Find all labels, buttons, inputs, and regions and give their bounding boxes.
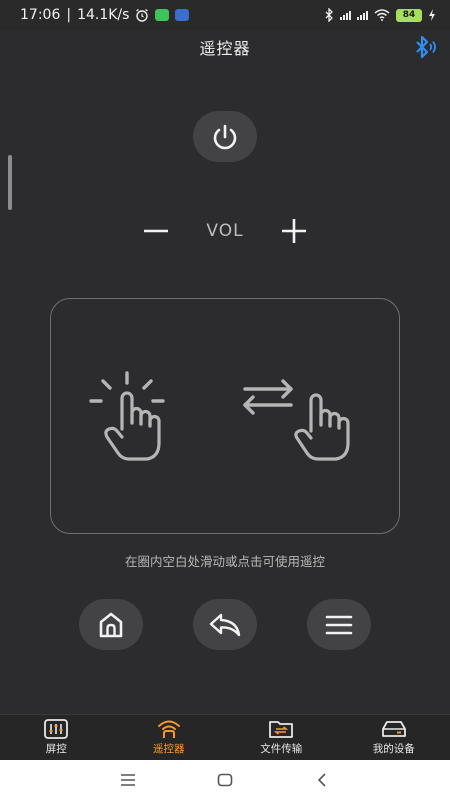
page-title: 遥控器 — [199, 39, 251, 58]
sig-bar — [346, 12, 348, 20]
recents-menu-icon — [121, 774, 136, 786]
notification-app-icon — [155, 9, 170, 21]
chevron-left-icon — [317, 773, 326, 787]
power-button[interactable] — [193, 111, 257, 162]
sig-bar — [360, 14, 362, 20]
tab-label: 我的设备 — [372, 743, 415, 755]
tab-remote[interactable]: 遥控器 — [113, 715, 226, 760]
sig-bar — [343, 14, 345, 20]
sig-bar — [357, 16, 359, 20]
status-network-speed: 14.1K/s — [77, 7, 130, 23]
bluetooth-icon[interactable] — [410, 33, 438, 61]
equalizer-icon — [44, 719, 69, 739]
volume-label: VOL — [206, 221, 244, 241]
sig-bar — [349, 10, 351, 20]
tab-label: 文件传输 — [260, 743, 303, 755]
tab-file-transfer[interactable]: 文件传输 — [225, 715, 338, 760]
bluetooth-status-icon — [325, 8, 333, 22]
volume-control: VOL — [140, 212, 310, 250]
back-button[interactable] — [193, 599, 257, 650]
battery-icon: 84 — [396, 8, 422, 22]
app-header: 遥控器 — [0, 30, 450, 64]
remote-wifi-icon — [157, 720, 180, 738]
folder-transfer-icon — [269, 721, 294, 738]
status-time: 17:06 — [20, 7, 61, 23]
tab-label: 遥控器 — [153, 743, 185, 755]
touchpad-hint: 在圈内空白处滑动或点击可使用遥控 — [124, 554, 325, 569]
signal-1-icon — [340, 10, 351, 20]
back-arrow-icon — [209, 613, 241, 636]
volume-up-button[interactable] — [278, 215, 310, 247]
tab-my-devices[interactable]: 我的设备 — [338, 715, 450, 760]
wifi-icon — [374, 9, 390, 21]
bottom-tab-bar: 屏控 遥控器 文件传输 我的设备 — [0, 714, 450, 760]
device-icon — [381, 721, 406, 737]
status-separator: | — [66, 7, 72, 23]
home-square-icon — [217, 773, 233, 787]
power-icon — [213, 124, 237, 149]
system-navigation-bar — [0, 760, 450, 800]
signal-2-icon — [357, 10, 368, 20]
sig-bar — [340, 16, 342, 20]
plus-icon — [282, 219, 306, 243]
swipe-gesture-icon — [243, 379, 350, 461]
menu-button[interactable] — [307, 599, 371, 650]
home-icon — [99, 612, 123, 637]
alarm-icon — [136, 8, 149, 22]
sig-bar — [363, 12, 365, 20]
volume-down-button[interactable] — [140, 215, 172, 247]
minus-icon — [144, 229, 168, 233]
notification-gallery-icon — [175, 9, 190, 21]
side-drawer-handle[interactable] — [8, 155, 12, 210]
status-right: 84 — [324, 8, 436, 22]
tab-screen-control[interactable]: 屏控 — [0, 715, 113, 760]
system-back-button[interactable] — [310, 768, 334, 792]
menu-icon — [325, 615, 353, 634]
status-bar: 17:06 | 14.1K/s 84 — [0, 0, 450, 30]
system-home-button[interactable] — [213, 768, 237, 792]
touchpad-area[interactable] — [50, 298, 400, 534]
sig-bar — [366, 10, 368, 20]
charging-icon — [429, 9, 435, 21]
system-recents-button[interactable] — [116, 768, 140, 792]
tap-gesture-icon — [89, 371, 165, 461]
status-left: 17:06 | 14.1K/s — [20, 7, 190, 23]
home-button[interactable] — [79, 599, 143, 650]
tab-label: 屏控 — [45, 743, 67, 755]
